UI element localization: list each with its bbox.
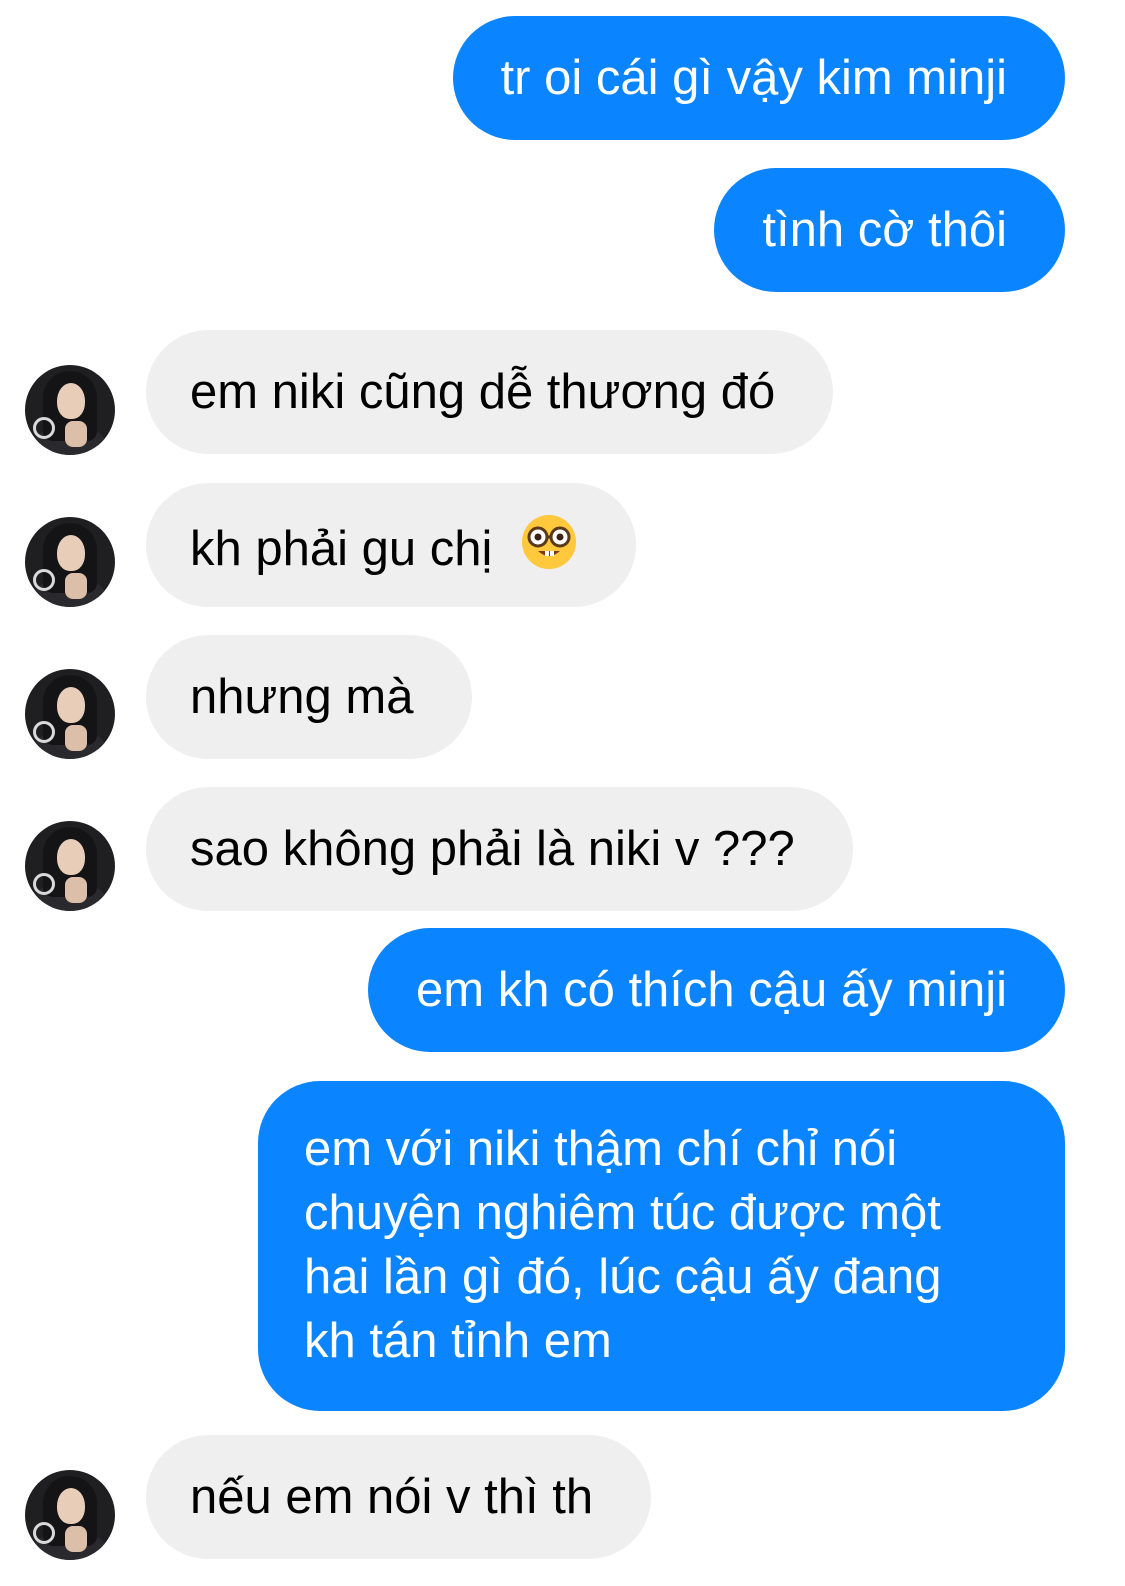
- message-text: sao không phải là niki v ???: [190, 822, 795, 876]
- outgoing-message-bubble[interactable]: em với niki thậm chí chỉ nói chuyện nghi…: [258, 1081, 1065, 1411]
- incoming-message-bubble[interactable]: nếu em nói v thì th: [146, 1435, 652, 1559]
- message-text: nếu em nói v thì th: [190, 1470, 594, 1524]
- contact-avatar[interactable]: [25, 821, 115, 911]
- outgoing-message-bubble[interactable]: tình cờ thôi: [714, 168, 1065, 292]
- message-text-line: em với niki thậm chí chỉ nói: [304, 1122, 898, 1176]
- incoming-message-bubble[interactable]: nhưng mà: [146, 635, 472, 759]
- message-text-line: kh tán tỉnh em: [304, 1314, 612, 1368]
- contact-avatar[interactable]: [25, 1470, 115, 1560]
- message-text-line: hai lần gì đó, lúc cậu ấy đang: [304, 1250, 942, 1304]
- contact-avatar[interactable]: [25, 669, 115, 759]
- message-text: tr oi cái gì vậy kim minji: [500, 51, 1007, 105]
- contact-avatar[interactable]: [25, 517, 115, 607]
- incoming-message-bubble[interactable]: em niki cũng dễ thương đó: [146, 330, 834, 454]
- message-text-line: chuyện nghiêm túc được một: [304, 1186, 941, 1240]
- nerd-face-emoji-icon: [520, 513, 578, 587]
- outgoing-message-bubble[interactable]: em kh có thích cậu ấy minji: [368, 928, 1065, 1052]
- message-text: em niki cũng dễ thương đó: [190, 365, 776, 419]
- message-text: em kh có thích cậu ấy minji: [416, 963, 1007, 1017]
- contact-avatar[interactable]: [25, 365, 115, 455]
- message-text: nhưng mà: [190, 670, 414, 724]
- incoming-message-bubble[interactable]: kh phải gu chị: [146, 483, 636, 607]
- incoming-message-bubble[interactable]: sao không phải là niki v ???: [146, 787, 853, 911]
- message-text: tình cờ thôi: [762, 203, 1007, 257]
- outgoing-message-bubble[interactable]: tr oi cái gì vậy kim minji: [452, 16, 1065, 140]
- message-text: kh phải gu chị: [190, 522, 493, 576]
